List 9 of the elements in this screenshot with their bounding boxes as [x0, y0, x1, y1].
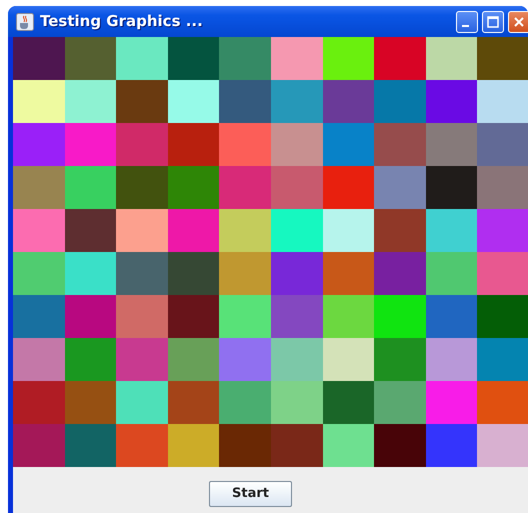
window-title: Testing Graphics ...: [40, 11, 203, 32]
close-button[interactable]: [508, 10, 528, 32]
minimize-icon: [462, 24, 469, 26]
maximize-icon: [487, 16, 499, 28]
maximize-button[interactable]: [482, 10, 504, 32]
app-icon: [16, 12, 34, 30]
minimize-button[interactable]: [456, 10, 478, 32]
start-button[interactable]: Start: [209, 481, 292, 507]
close-icon: [513, 16, 525, 28]
